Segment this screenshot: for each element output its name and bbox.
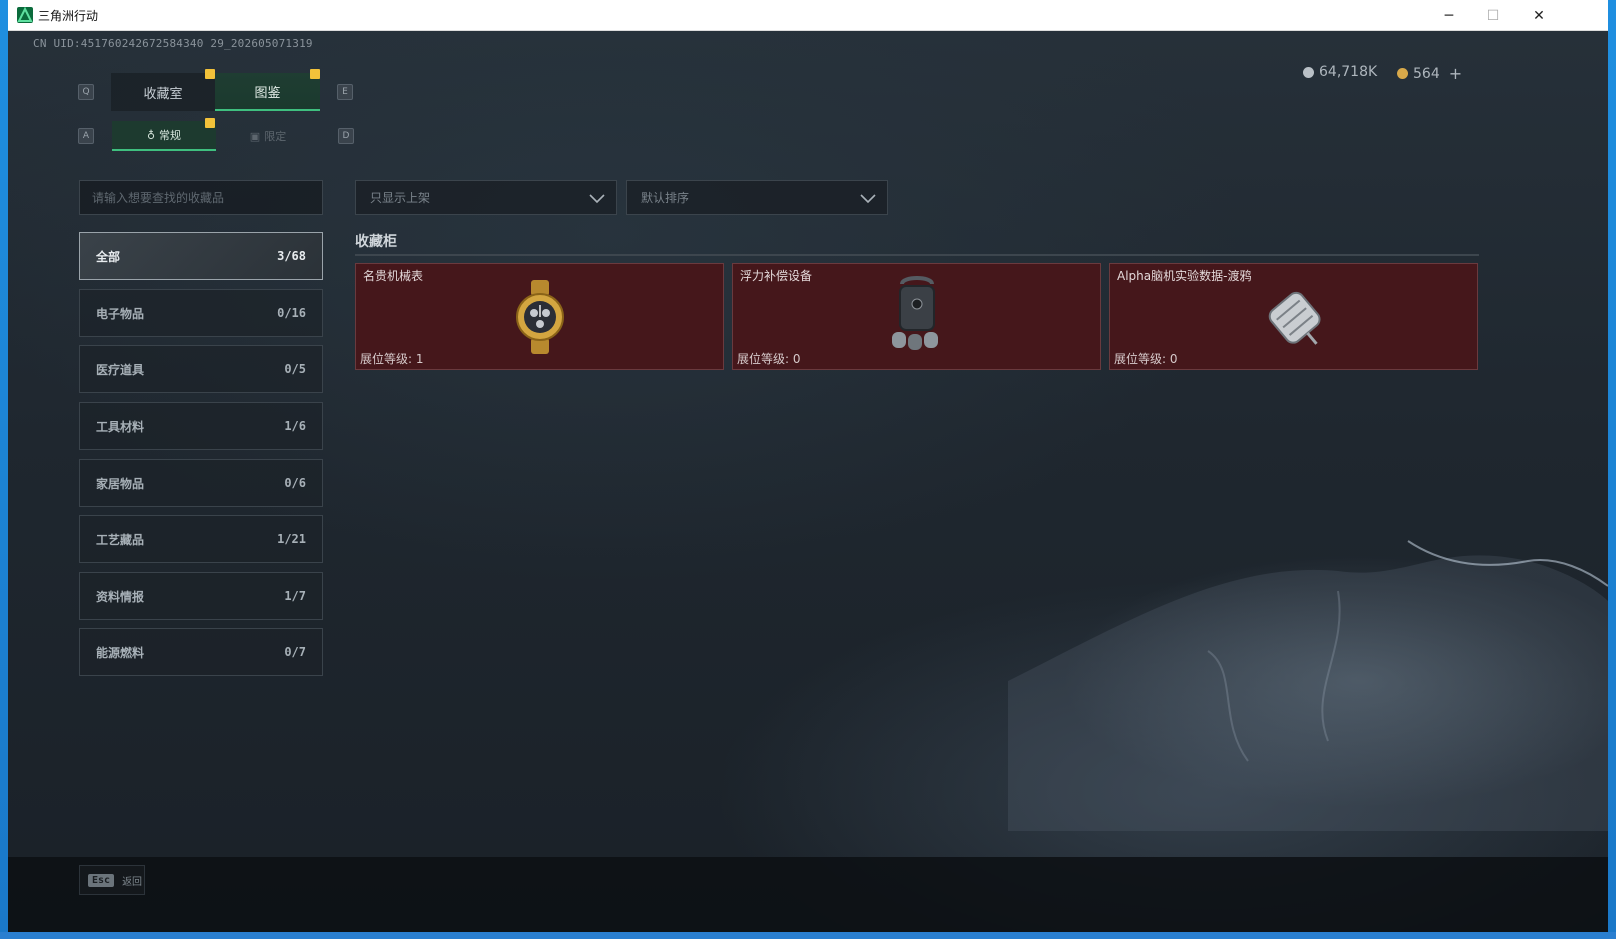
category-count: 0/6 (284, 476, 306, 490)
desktop: 三角洲行动 ─ ☐ ✕ CN UID:451760242672584340 29… (0, 0, 1616, 939)
notification-marker (205, 118, 215, 128)
category-household[interactable]: 家居物品 0/6 (79, 459, 323, 507)
regular-icon: ♁ (146, 128, 156, 142)
bottom-bar: Esc 返回 (8, 857, 1608, 932)
notification-marker (310, 69, 320, 79)
item-name: Alpha脑机实验数据-渡鸦 (1117, 269, 1252, 283)
key-hint-a: A (78, 128, 94, 144)
subtab-regular[interactable]: ♁ 常规 (112, 118, 216, 151)
category-tools[interactable]: 工具材料 1/6 (79, 402, 323, 450)
chevron-down-icon (860, 194, 876, 204)
category-count: 0/16 (277, 306, 306, 320)
category-count: 1/6 (284, 419, 306, 433)
key-hint-q: Q (78, 84, 94, 100)
app-window: 三角洲行动 ─ ☐ ✕ CN UID:451760242672584340 29… (8, 0, 1608, 932)
buoyancy-device-icon (891, 276, 938, 350)
subtab-label: 限定 (264, 130, 287, 143)
category-label: 家居物品 (96, 476, 145, 491)
collection-card[interactable]: Alpha脑机实验数据-渡鸦 展位等级: 0 (1109, 263, 1478, 370)
watch-icon (515, 280, 564, 354)
limited-icon: ▣ (249, 129, 261, 143)
category-crafts[interactable]: 工艺藏品 1/21 (79, 515, 323, 563)
cabinet-title: 收藏柜 (355, 234, 397, 250)
category-label: 全部 (96, 249, 121, 264)
tab-collection-room[interactable]: 收藏室 (111, 69, 215, 111)
category-count: 1/7 (284, 589, 306, 603)
display-level: 展位等级: 0 (1114, 352, 1178, 366)
sort-dropdown[interactable]: 默认排序 (626, 180, 888, 215)
close-button[interactable]: ✕ (1516, 0, 1562, 31)
notification-marker (205, 69, 215, 79)
window-title: 三角洲行动 (38, 9, 99, 23)
back-label: 返回 (122, 876, 143, 888)
silver-currency[interactable]: 64,718K (1303, 64, 1377, 80)
collection-search-input[interactable] (79, 180, 323, 215)
category-medical[interactable]: 医疗道具 0/5 (79, 345, 323, 393)
category-label: 资料情报 (96, 589, 145, 604)
game-viewport: CN UID:451760242672584340 29_20260507131… (8, 31, 1608, 932)
silver-coin-icon (1303, 66, 1314, 78)
category-electronics[interactable]: 电子物品 0/16 (79, 289, 323, 337)
silver-amount: 64,718K (1319, 64, 1378, 80)
key-hint-e: E (337, 84, 353, 100)
display-level: 展位等级: 1 (360, 352, 424, 366)
display-level: 展位等级: 0 (737, 352, 801, 366)
shelf-filter-dropdown[interactable]: 只显示上架 (355, 180, 617, 215)
minimize-button[interactable]: ─ (1426, 0, 1472, 31)
category-label: 医疗道具 (96, 362, 145, 377)
user-uid: CN UID:451760242672584340 29_20260507131… (33, 37, 313, 50)
gold-coin-icon (1397, 68, 1408, 79)
esc-key-hint: Esc (88, 873, 115, 887)
item-name: 名贵机械表 (363, 269, 424, 283)
data-capsule-icon (1268, 291, 1321, 345)
subtab-label: 常规 (159, 129, 182, 142)
add-currency-button[interactable]: + (1449, 64, 1462, 83)
divider (355, 254, 1479, 256)
item-name: 浮力补偿设备 (740, 269, 813, 283)
background-mountain-art (1008, 540, 1608, 831)
taskbar (0, 932, 1616, 939)
collection-card[interactable]: 浮力补偿设备 展位等级: 0 (732, 263, 1101, 370)
gold-currency[interactable]: 564 + (1397, 64, 1462, 83)
maximize-button[interactable]: ☐ (1470, 0, 1516, 31)
subtab-limited[interactable]: ▣ 限定 (216, 121, 320, 151)
category-count: 0/5 (284, 362, 306, 376)
collection-card[interactable]: 名贵机械表 展位等级: 1 (355, 263, 724, 370)
category-count: 3/68 (277, 249, 306, 263)
tab-codex[interactable]: 图鉴 (215, 69, 320, 111)
category-label: 电子物品 (96, 306, 145, 321)
category-label: 工艺藏品 (96, 532, 145, 547)
tab-label: 图鉴 (254, 85, 281, 101)
category-intel[interactable]: 资料情报 1/7 (79, 572, 323, 620)
chevron-down-icon (589, 194, 605, 204)
category-count: 0/7 (284, 645, 306, 659)
tab-label: 收藏室 (143, 86, 183, 102)
category-all[interactable]: 全部 3/68 (79, 232, 323, 280)
back-button[interactable]: Esc 返回 (79, 865, 145, 895)
category-count: 1/21 (277, 532, 306, 546)
gold-amount: 564 (1413, 65, 1440, 82)
category-label: 工具材料 (96, 419, 145, 434)
delta-force-app-icon (17, 7, 33, 23)
sort-value: 默认排序 (641, 191, 690, 205)
category-label: 能源燃料 (96, 645, 145, 660)
shelf-filter-value: 只显示上架 (370, 191, 431, 205)
title-bar[interactable]: 三角洲行动 ─ ☐ ✕ (8, 0, 1608, 31)
key-hint-d: D (338, 128, 354, 144)
category-fuel[interactable]: 能源燃料 0/7 (79, 628, 323, 676)
